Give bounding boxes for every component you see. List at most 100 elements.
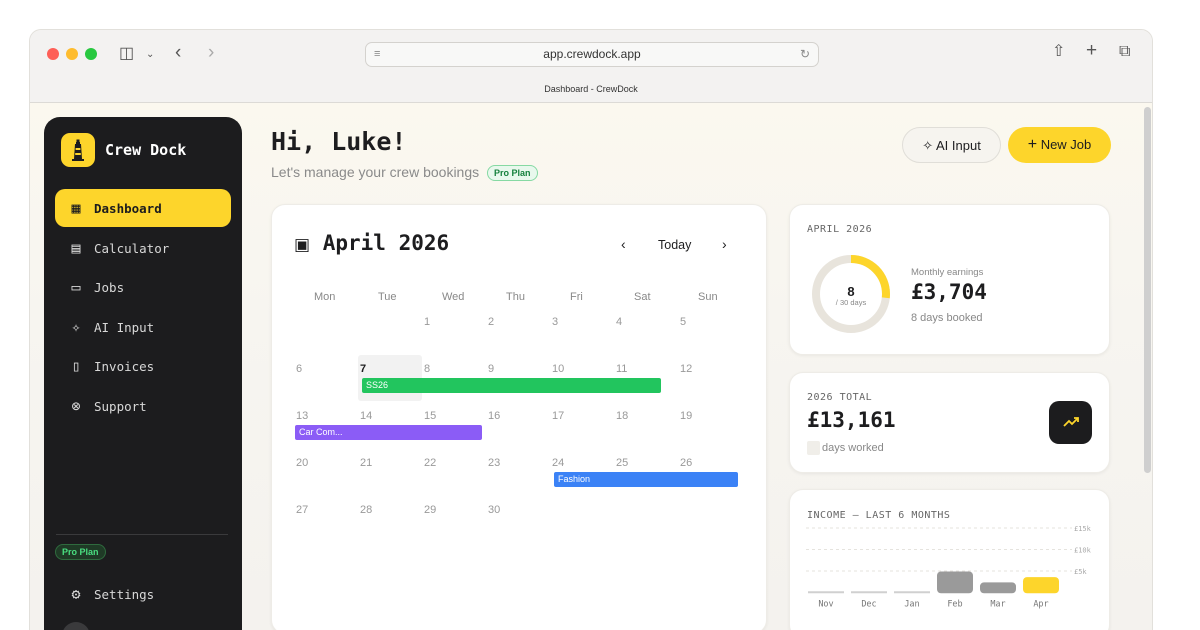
- x-tick-label: Nov: [818, 599, 833, 609]
- ai-input-button[interactable]: ✧ AI Input: [902, 127, 1001, 163]
- calendar-day[interactable]: 9: [488, 363, 494, 375]
- earnings-value: £3,704: [911, 280, 987, 304]
- minimize-window-button[interactable]: [66, 48, 78, 60]
- calendar-day[interactable]: 26: [680, 457, 692, 469]
- reload-icon[interactable]: ↻: [800, 43, 810, 66]
- calendar-day[interactable]: 17: [552, 410, 564, 422]
- zoom-window-button[interactable]: [85, 48, 97, 60]
- share-icon[interactable]: ⇧: [1052, 44, 1065, 60]
- bar-jan: [894, 591, 930, 594]
- calendar-day[interactable]: 12: [680, 363, 692, 375]
- calendar-day[interactable]: 16: [488, 410, 500, 422]
- sidebar-item-dashboard[interactable]: ▦ Dashboard: [55, 189, 231, 227]
- page-menu-icon[interactable]: ≡: [374, 43, 380, 66]
- calendar-day[interactable]: 20: [296, 457, 308, 469]
- total-amount: £13,161: [807, 408, 896, 432]
- new-tab-icon[interactable]: +: [1086, 41, 1097, 60]
- plan-badge: Pro Plan: [487, 165, 538, 181]
- calendar-day[interactable]: 6: [296, 363, 302, 375]
- sidebar-item-label: Jobs: [94, 280, 125, 295]
- lifebuoy-icon: ⊗: [71, 397, 81, 415]
- calendar-day[interactable]: 11: [616, 363, 627, 375]
- sidebar-item-settings[interactable]: ⚙ Settings: [55, 575, 231, 613]
- days-worked-label: days worked: [822, 442, 884, 454]
- calendar-day[interactable]: 7: [360, 363, 366, 375]
- x-tick-label: Mar: [990, 599, 1005, 609]
- weekday-fri: Fri: [570, 291, 583, 303]
- calendar-day[interactable]: 10: [552, 363, 564, 375]
- calendar-day[interactable]: 1: [424, 316, 430, 328]
- today-button[interactable]: Today: [658, 238, 691, 252]
- calendar-day[interactable]: 18: [616, 410, 628, 422]
- calendar-day[interactable]: 22: [424, 457, 436, 469]
- calendar-day[interactable]: 25: [616, 457, 628, 469]
- calendar-day[interactable]: 14: [360, 410, 372, 422]
- x-tick-label: Feb: [947, 599, 962, 609]
- calendar-day[interactable]: 24: [552, 457, 564, 469]
- yearly-total-card: 2026 TOTAL £13,161 days worked: [789, 372, 1110, 473]
- calendar-day[interactable]: 27: [296, 504, 308, 516]
- forward-icon[interactable]: ›: [208, 43, 214, 62]
- page-subtitle: Let's manage your crew bookings Pro Plan: [271, 164, 538, 181]
- x-tick-label: Jan: [904, 599, 919, 609]
- new-job-button[interactable]: + New Job: [1008, 127, 1111, 163]
- scrollbar[interactable]: [1144, 107, 1151, 473]
- weekday-tue: Tue: [378, 291, 397, 303]
- calendar-day[interactable]: 8: [424, 363, 430, 375]
- days-suffix: / 30 days: [835, 298, 867, 307]
- next-month-icon[interactable]: ›: [722, 236, 727, 252]
- y-tick-label: £15k: [1074, 525, 1092, 533]
- dashboard-icon: ▦: [71, 199, 81, 217]
- subtitle-text: Let's manage your crew bookings: [271, 164, 480, 180]
- bar-apr: [1023, 577, 1059, 594]
- back-icon[interactable]: ‹: [175, 43, 181, 62]
- calendar-day[interactable]: 23: [488, 457, 500, 469]
- sidebar-item-label: Support: [94, 399, 147, 414]
- calendar-event[interactable]: Fashion: [554, 472, 738, 487]
- calendar-day[interactable]: 30: [488, 504, 500, 516]
- sidebar-item-support[interactable]: ⊗ Support: [55, 387, 231, 425]
- sidebar-item-ai-input[interactable]: ✧ AI Input: [55, 308, 231, 346]
- bar-feb: [937, 571, 973, 594]
- calendar-event[interactable]: SS26: [362, 378, 662, 393]
- calendar-day[interactable]: 19: [680, 410, 692, 422]
- sidebar: Crew Dock ▦ Dashboard ▤ Calculator ▭ Job…: [44, 117, 242, 630]
- app-root: Crew Dock ▦ Dashboard ▤ Calculator ▭ Job…: [30, 103, 1152, 630]
- calendar-day[interactable]: 29: [424, 504, 436, 516]
- calendar-day[interactable]: 4: [616, 316, 622, 328]
- plan-badge: Pro Plan: [55, 544, 106, 560]
- weekday-thu: Thu: [506, 291, 525, 303]
- avatar[interactable]: [62, 622, 90, 630]
- calendar-day[interactable]: 3: [552, 316, 558, 328]
- days-count: 8: [847, 284, 855, 299]
- address-bar[interactable]: ≡ app.crewdock.app ↻: [365, 42, 819, 67]
- calendar-day[interactable]: 28: [360, 504, 372, 516]
- url-text: app.crewdock.app: [543, 47, 641, 61]
- sidebar-toggle-icon[interactable]: ◫: [119, 46, 134, 62]
- calendar-day[interactable]: 13: [296, 410, 308, 422]
- weekday-wed: Wed: [442, 291, 465, 303]
- bar-nov: [808, 591, 844, 594]
- page-title: Hi, Luke!: [271, 127, 407, 156]
- calendar-day[interactable]: 5: [680, 316, 686, 328]
- tabs-overview-icon[interactable]: ⧉: [1119, 44, 1130, 60]
- calendar-day[interactable]: 15: [424, 410, 436, 422]
- x-tick-label: Apr: [1033, 599, 1048, 609]
- calendar-day[interactable]: 2: [488, 316, 494, 328]
- calendar-day[interactable]: 21: [360, 457, 372, 469]
- previous-month-icon[interactable]: ‹: [621, 236, 626, 252]
- new-job-label: New Job: [1040, 137, 1092, 152]
- sidebar-item-invoices[interactable]: ▯ Invoices: [55, 347, 231, 385]
- y-tick-label: £5k: [1074, 568, 1087, 576]
- days-worked-placeholder: [807, 441, 820, 455]
- monthly-period: APRIL 2026: [807, 224, 873, 235]
- trending-up-icon[interactable]: [1049, 401, 1092, 444]
- calendar-event[interactable]: Car Com...: [295, 425, 482, 440]
- chevron-down-icon[interactable]: ⌄: [146, 47, 154, 63]
- total-label: 2026 TOTAL: [807, 392, 873, 403]
- sidebar-item-jobs[interactable]: ▭ Jobs: [55, 268, 231, 306]
- sidebar-item-calculator[interactable]: ▤ Calculator: [55, 229, 231, 267]
- sidebar-divider: [56, 534, 228, 535]
- lighthouse-logo-icon: [61, 133, 95, 167]
- close-window-button[interactable]: [47, 48, 59, 60]
